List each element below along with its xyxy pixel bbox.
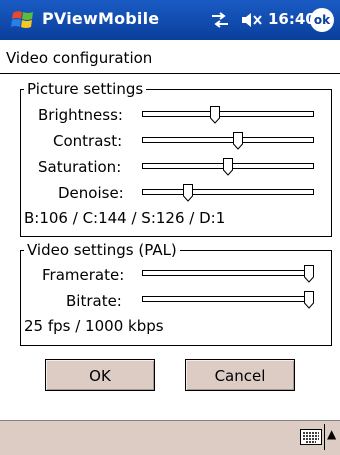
saturation-slider[interactable] — [142, 158, 314, 178]
page-title: Video configuration — [6, 49, 153, 67]
title-bar: PViewMobile 16:40 ok — [0, 0, 340, 40]
framerate-slider[interactable] — [142, 265, 314, 285]
divider — [324, 424, 325, 450]
contrast-label: Contrast: — [53, 132, 123, 150]
bitrate-slider[interactable] — [142, 291, 314, 311]
slider-track — [142, 111, 314, 117]
keyboard-icon[interactable] — [300, 429, 322, 445]
slider-thumb[interactable] — [223, 158, 233, 176]
slider-thumb[interactable] — [210, 106, 220, 124]
slider-track — [142, 137, 314, 143]
brightness-label: Brightness: — [38, 106, 123, 124]
cancel-button[interactable]: Cancel — [185, 359, 295, 391]
input-menu-arrow-icon[interactable]: ▲ — [327, 427, 336, 441]
slider-thumb[interactable] — [304, 291, 314, 309]
slider-thumb[interactable] — [233, 132, 243, 150]
ok-title-button[interactable]: ok — [310, 8, 334, 32]
denoise-label: Denoise: — [58, 184, 124, 202]
slider-thumb[interactable] — [183, 184, 193, 202]
clock[interactable]: 16:40 — [268, 10, 316, 28]
bitrate-label: Bitrate: — [66, 292, 122, 310]
divider — [0, 73, 340, 74]
framerate-label: Framerate: — [42, 266, 125, 284]
saturation-label: Saturation: — [38, 158, 122, 176]
slider-track — [142, 270, 314, 276]
ok-button[interactable]: OK — [45, 359, 155, 391]
picture-summary: B:106 / C:144 / S:126 / D:1 — [24, 209, 226, 227]
windows-start-icon[interactable] — [10, 7, 36, 33]
volume-icon[interactable] — [240, 11, 264, 29]
app-title: PViewMobile — [42, 9, 160, 28]
picture-settings-legend: Picture settings — [24, 80, 147, 98]
slider-thumb[interactable] — [304, 265, 314, 283]
video-summary: 25 fps / 1000 kbps — [24, 317, 164, 335]
slider-track — [142, 189, 314, 195]
video-settings-legend: Video settings (PAL) — [24, 241, 180, 259]
contrast-slider[interactable] — [142, 132, 314, 152]
denoise-slider[interactable] — [142, 184, 314, 204]
slider-track — [142, 296, 314, 302]
menu-bar — [0, 420, 340, 455]
brightness-slider[interactable] — [142, 106, 314, 126]
connectivity-icon[interactable] — [210, 12, 230, 28]
